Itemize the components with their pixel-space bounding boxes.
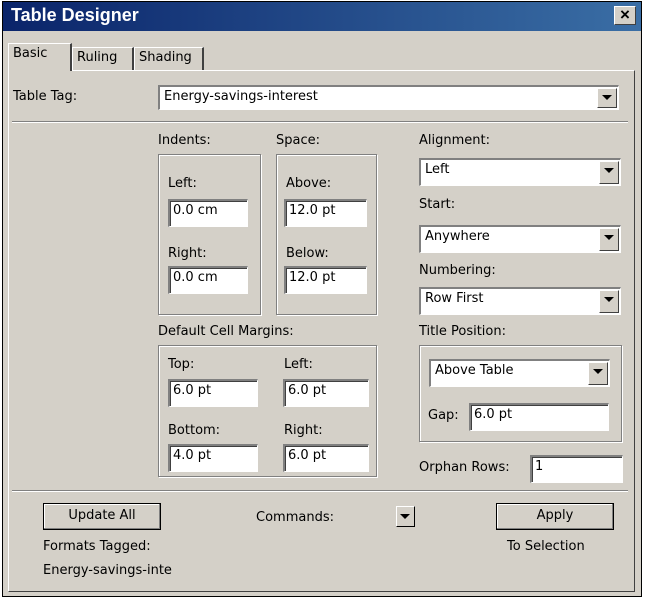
cell-left-field[interactable]: 6.0 pt [283,379,369,407]
orphan-rows-field[interactable]: 1 [530,455,623,483]
chevron-down-icon [400,514,410,519]
to-selection-label: To Selection [507,539,585,554]
tab-basic[interactable]: Basic [8,43,72,71]
space-heading: Space: [276,133,320,148]
numbering-value: Row First [425,291,484,306]
cell-margins-heading: Default Cell Margins: [158,324,294,339]
chevron-down-icon[interactable] [597,88,617,108]
formats-tagged-value: Energy-savings-inte [43,563,172,578]
table-tag-combo[interactable]: Energy-savings-interest [158,85,619,110]
title-position-label: Title Position: [419,324,506,339]
indents-left-label: Left: [168,176,197,191]
alignment-value: Left [425,162,450,177]
tab-ruling-label: Ruling [77,50,118,65]
apply-label: Apply [536,508,574,523]
title-position-value: Above Table [435,363,514,378]
start-label: Start: [419,197,456,212]
space-below-label: Below: [286,246,329,261]
numbering-label: Numbering: [419,263,496,278]
indents-heading: Indents: [158,133,211,148]
alignment-label: Alignment: [419,133,490,148]
cell-right-field[interactable]: 6.0 pt [283,444,369,472]
update-all-label: Update All [68,508,136,523]
alignment-combo[interactable]: Left [419,158,621,186]
orphan-rows-label: Orphan Rows: [419,460,510,475]
title-position-combo[interactable]: Above Table [429,359,610,387]
table-tag-value: Energy-savings-interest [164,89,318,104]
commands-label: Commands: [256,510,334,525]
space-above-label: Above: [286,176,332,191]
update-all-button[interactable]: Update All [43,503,161,530]
numbering-combo[interactable]: Row First [419,287,621,315]
space-above-field[interactable]: 12.0 pt [284,199,367,227]
tab-shading-label: Shading [139,50,192,65]
chevron-down-icon[interactable] [599,290,619,313]
cell-top-label: Top: [168,357,195,372]
tab-ruling[interactable]: Ruling [72,47,134,71]
cell-right-label: Right: [284,423,323,438]
close-icon: × [620,5,630,24]
window-title: Table Designer [11,5,139,25]
start-combo[interactable]: Anywhere [419,225,621,253]
formats-tagged-label: Formats Tagged: [43,539,151,554]
separator-bottom [12,490,628,492]
cell-bottom-label: Bottom: [168,423,221,438]
space-below-field[interactable]: 12.0 pt [284,266,367,294]
gap-field[interactable]: 6.0 pt [469,403,609,431]
cell-top-field[interactable]: 6.0 pt [168,379,258,407]
tab-shading[interactable]: Shading [134,47,204,71]
tab-basic-label: Basic [13,46,48,61]
chevron-down-icon[interactable] [599,228,619,251]
cell-left-label: Left: [284,357,313,372]
separator-top [12,121,628,123]
indent-left-field[interactable]: 0.0 cm [168,199,248,227]
commands-dropdown[interactable] [396,506,415,527]
table-tag-label: Table Tag: [13,89,78,104]
cell-bottom-field[interactable]: 4.0 pt [168,444,258,472]
start-value: Anywhere [425,229,490,244]
indent-right-field[interactable]: 0.0 cm [168,266,248,294]
chevron-down-icon[interactable] [588,362,608,385]
apply-button[interactable]: Apply [496,503,614,530]
close-button[interactable]: × [614,6,636,25]
title-bar[interactable]: Table Designer × [3,2,641,31]
gap-label: Gap: [428,408,459,423]
chevron-down-icon[interactable] [599,161,619,184]
indents-right-label: Right: [168,246,207,261]
